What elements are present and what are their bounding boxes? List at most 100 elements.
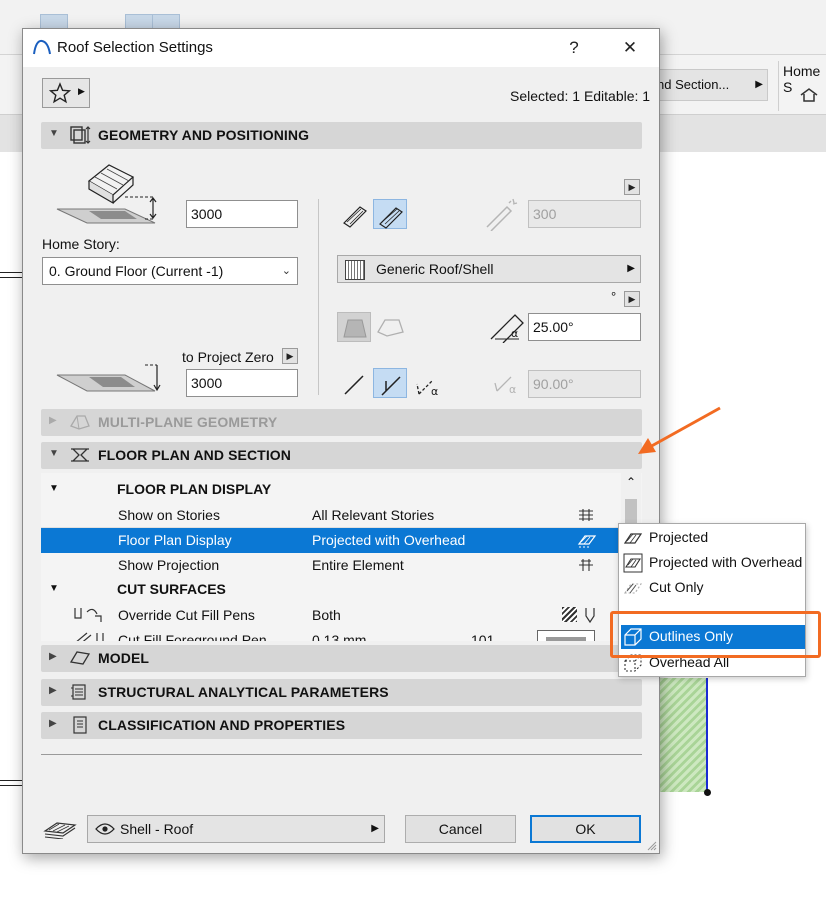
pen-swatch <box>537 630 595 641</box>
single-layer-button[interactable] <box>338 199 372 229</box>
model-icon <box>69 651 91 665</box>
projected-overhead-icon <box>623 553 643 573</box>
triangle-right-icon: ▶ <box>755 79 763 90</box>
edge-perpendicular-button[interactable] <box>373 368 407 398</box>
cut-surfaces-group: CUT SURFACES <box>117 581 226 597</box>
floor-plan-section-button[interactable]: nd Section... ▶ <box>650 69 768 101</box>
favorite-layer-select[interactable]: Shell - Roof ▶ <box>87 815 385 843</box>
caret-down-icon: ▼ <box>49 128 59 139</box>
help-button[interactable]: ? <box>561 35 587 61</box>
thickness-options-button[interactable]: ▶ <box>624 179 640 195</box>
menu-item-projected-with-overhead[interactable]: Projected with Overhead <box>621 551 805 575</box>
cut-only-icon <box>623 583 643 594</box>
plane-trapezoid-icon <box>343 319 367 338</box>
ok-button[interactable]: OK <box>530 815 641 843</box>
menu-item-cut-only[interactable]: Cut Only <box>621 576 805 600</box>
pitch-angle-icon: α <box>490 314 524 343</box>
section-label: GEOMETRY AND POSITIONING <box>98 127 310 143</box>
caret-right-icon: ▶ <box>49 718 57 729</box>
svg-text:α: α <box>509 383 516 396</box>
plane-type-button[interactable] <box>337 312 371 342</box>
edge-angle-input: 90.00° <box>528 370 641 398</box>
section-model[interactable]: ▶ MODEL <box>41 645 642 672</box>
pen-swatch-bar <box>546 637 586 641</box>
pitch-angle-input[interactable]: 25.00° <box>528 313 641 341</box>
multi-layer-button[interactable] <box>373 199 407 229</box>
wall-line <box>0 272 22 278</box>
foreground-pen-icon <box>76 632 104 641</box>
roof-settings-dialog: Roof Selection Settings ? ✕ ▶ Selected: … <box>22 28 660 854</box>
layers-stack-icon <box>43 822 77 839</box>
edge-custom-button[interactable]: α <box>413 368 447 398</box>
caret-down-icon: ▼ <box>49 583 59 594</box>
tree-row-floor-plan-display[interactable]: Floor Plan Display Projected with Overhe… <box>41 528 619 553</box>
classification-icon <box>73 716 87 734</box>
svg-text:α: α <box>431 385 438 398</box>
caret-right-icon: ▶ <box>49 415 57 426</box>
caret-right-icon: ▶ <box>49 651 57 662</box>
projected-overhead-icon <box>577 535 597 548</box>
building-material-select[interactable]: Generic Roof/Shell ▶ <box>337 255 641 283</box>
tree-row-override-cut-fill[interactable]: Override Cut Fill Pens Both <box>41 603 619 628</box>
projected-icon <box>623 533 643 544</box>
edge-perpendicular-icon <box>381 376 401 396</box>
tree-row-show-on-stories[interactable]: Show on Stories All Relevant Stories <box>41 503 619 528</box>
roof-edge-line <box>706 678 708 792</box>
thickness-input: 300 <box>528 200 641 228</box>
triangle-right-icon: ▶ <box>627 263 635 274</box>
structural-icon <box>71 684 86 700</box>
projection-icon <box>579 559 593 571</box>
eye-icon <box>95 823 115 835</box>
roof-hatch-element[interactable] <box>660 678 708 792</box>
home-icon <box>800 88 818 102</box>
svg-text:α: α <box>511 327 518 340</box>
edge-custom-angle-icon: α <box>416 379 438 398</box>
roof-tool-icon <box>33 39 51 55</box>
reference-level-button[interactable]: ▶ <box>282 348 298 364</box>
star-icon <box>49 82 71 104</box>
cut-fill-pen-icon <box>74 608 102 622</box>
material-swatch-icon <box>345 260 365 280</box>
pen-icon <box>585 608 595 624</box>
section-geometry[interactable]: ▼ GEOMETRY AND POSITIONING <box>41 122 642 149</box>
annotation-highlight-box <box>610 611 821 658</box>
triangle-right-icon: ▶ <box>371 823 379 834</box>
caret-right-icon: ▶ <box>49 685 57 696</box>
favorites-button[interactable]: ▶ <box>42 78 90 108</box>
edge-slant-icon <box>344 375 364 395</box>
tree-row-show-projection[interactable]: Show Projection Entire Element <box>41 553 619 578</box>
resize-grip-icon[interactable] <box>647 841 657 851</box>
section-floor-plan[interactable]: ▼ FLOOR PLAN AND SECTION <box>41 442 642 469</box>
edge-vertical-button[interactable] <box>337 368 371 398</box>
home-story-select[interactable]: 0. Ground Floor (Current -1) ⌄ <box>42 257 298 285</box>
multi-layer-icon <box>379 207 403 229</box>
settings-tree: ▼ FLOOR PLAN DISPLAY Show on Stories All… <box>41 473 642 641</box>
section-classification[interactable]: ▶ CLASSIFICATION AND PROPERTIES <box>41 712 642 739</box>
column-divider <box>318 199 319 395</box>
floor-plan-display-group: FLOOR PLAN DISPLAY <box>117 481 272 497</box>
close-button[interactable]: ✕ <box>617 35 643 61</box>
elevation-input[interactable]: 3000 <box>186 369 298 397</box>
section-multi-plane: ▶ MULTI-PLANE GEOMETRY <box>41 409 642 436</box>
chevron-up-icon[interactable]: ⌃ <box>626 475 636 489</box>
caret-down-icon: ▼ <box>49 483 59 494</box>
top-offset-input[interactable]: 3000 <box>186 200 298 228</box>
cancel-button[interactable]: Cancel <box>405 815 516 843</box>
hotspot-icon[interactable] <box>704 789 711 796</box>
degree-symbol: ° <box>611 289 617 304</box>
wall-line <box>0 780 22 786</box>
triangle-right-icon: ▶ <box>78 86 85 96</box>
section-structural[interactable]: ▶ STRUCTURAL ANALYTICAL PARAMETERS <box>41 679 642 706</box>
project-zero-elevation-icon <box>56 364 161 392</box>
tree-row-cut-fill-foreground-pen[interactable]: Cut Fill Foreground Pen 0.13 mm 101 <box>41 628 619 641</box>
plane-type-alt-button[interactable] <box>373 312 407 342</box>
magic-wand-icon <box>486 198 518 231</box>
angle-unit-button[interactable]: ▶ <box>624 291 640 307</box>
single-layer-icon <box>343 206 367 228</box>
home-story-button[interactable]: Home S <box>778 61 826 111</box>
footer-divider <box>41 754 642 755</box>
caret-down-icon: ▼ <box>49 448 59 459</box>
annotation-arrow-icon <box>638 406 721 454</box>
selection-status: Selected: 1 Editable: 1 <box>510 88 651 104</box>
menu-item-projected[interactable]: Projected <box>621 526 805 550</box>
